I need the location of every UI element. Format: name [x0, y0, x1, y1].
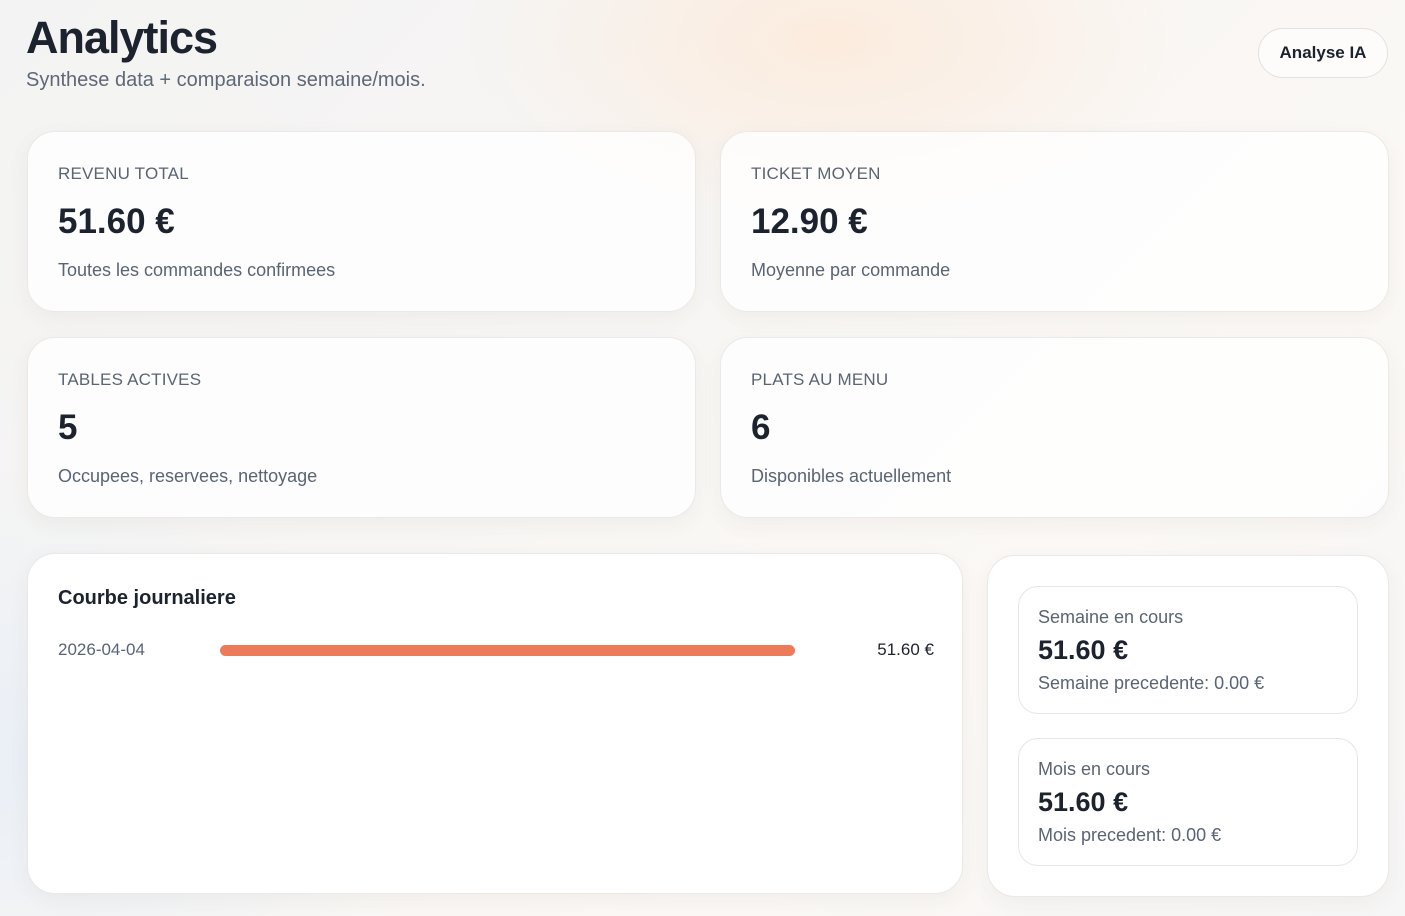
- current-week-value: 51.60 €: [1038, 635, 1129, 665]
- current-month-card: Mois en cours 51.60 € Mois precedent: 0.…: [1018, 738, 1358, 866]
- revenue-total-label: REVENU TOTAL: [58, 164, 189, 183]
- daily-curve-amount: 51.60 €: [877, 640, 934, 659]
- current-month-label: Mois en cours: [1038, 759, 1151, 779]
- daily-curve-title: Courbe journaliere: [58, 587, 236, 609]
- current-week-card: Semaine en cours 51.60 € Semaine precede…: [1018, 586, 1358, 714]
- menu-dishes-value: 6: [751, 408, 771, 447]
- menu-dishes-description: Disponibles actuellement: [751, 466, 952, 486]
- page-subtitle: Synthese data + comparaison semaine/mois…: [26, 69, 426, 91]
- menu-dishes-card: PLATS AU MENU 6 Disponibles actuellement: [720, 337, 1389, 518]
- average-ticket-label: TICKET MOYEN: [751, 164, 881, 183]
- average-ticket-value: 12.90 €: [751, 202, 868, 241]
- ai-analysis-button[interactable]: Analyse IA: [1258, 28, 1388, 78]
- active-tables-description: Occupees, reservees, nettoyage: [58, 466, 318, 486]
- current-week-label: Semaine en cours: [1038, 607, 1184, 627]
- revenue-total-value: 51.60 €: [58, 202, 175, 241]
- daily-curve-row: 2026-04-04 51.60 €: [58, 638, 934, 662]
- previous-month-value: Mois precedent: 0.00 €: [1038, 825, 1222, 845]
- average-ticket-card: TICKET MOYEN 12.90 € Moyenne par command…: [720, 131, 1389, 312]
- revenue-total-card: REVENU TOTAL 51.60 € Toutes les commande…: [27, 131, 696, 312]
- daily-curve-bar-track: [220, 645, 795, 656]
- menu-dishes-label: PLATS AU MENU: [751, 370, 889, 389]
- previous-week-value: Semaine precedente: 0.00 €: [1038, 673, 1265, 693]
- daily-curve-panel: Courbe journaliere 2026-04-04 51.60 €: [27, 553, 963, 894]
- daily-curve-date: 2026-04-04: [58, 640, 145, 659]
- daily-curve-bar: [220, 645, 795, 656]
- active-tables-label: TABLES ACTIVES: [58, 370, 202, 389]
- revenue-total-description: Toutes les commandes confirmees: [58, 260, 336, 280]
- period-comparison-panel: Semaine en cours 51.60 € Semaine precede…: [987, 555, 1389, 897]
- active-tables-card: TABLES ACTIVES 5 Occupees, reservees, ne…: [27, 337, 696, 518]
- current-month-value: 51.60 €: [1038, 787, 1129, 817]
- page-title: Analytics: [26, 12, 218, 63]
- active-tables-value: 5: [58, 408, 78, 447]
- average-ticket-description: Moyenne par commande: [751, 260, 951, 280]
